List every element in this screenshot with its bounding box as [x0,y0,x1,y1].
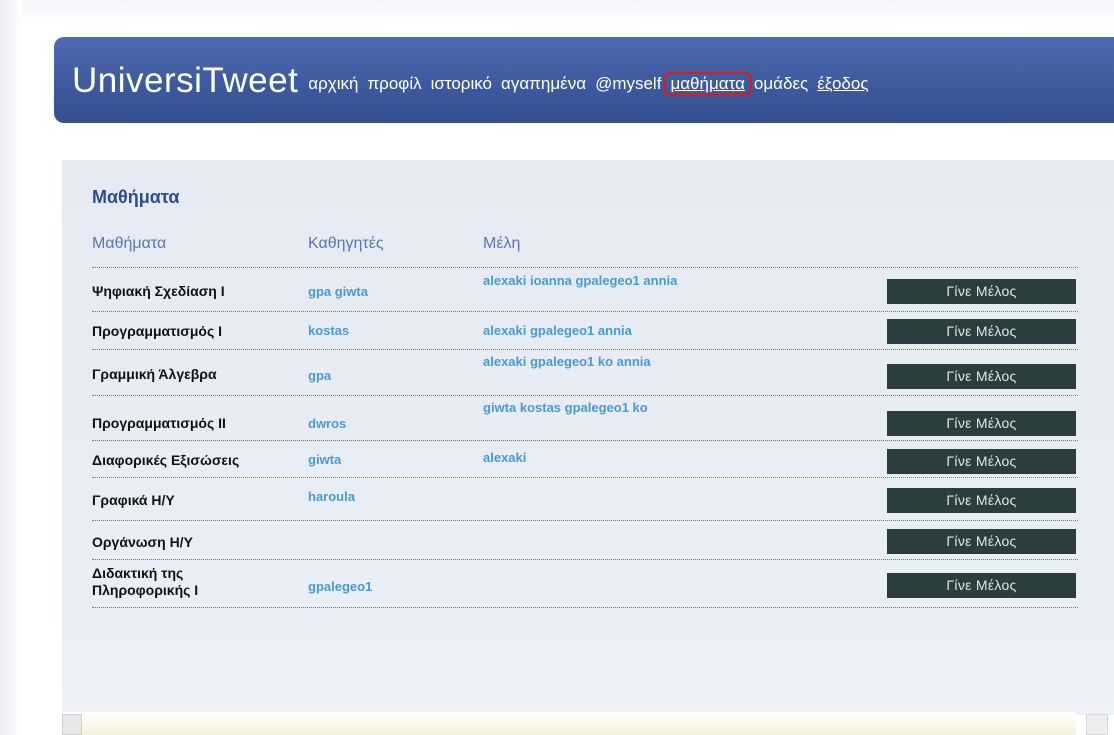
join-button[interactable]: Γίνε Μέλος [887,529,1076,554]
page-title: Μαθήματα [92,187,180,207]
join-button[interactable]: Γίνε Μέλος [887,364,1076,389]
nav-favorites[interactable]: αγαπημένα [501,74,586,94]
table-row: Προγραμματισμός ΙΙ dwros giwta kostas gp… [92,396,1078,441]
nav-groups[interactable]: ομάδες [754,74,808,94]
table-row: Διδακτική της Πληροφορικής Ι gpalegeo1 Γ… [92,560,1078,608]
course-name: Οργάνωση Η/Υ [92,534,193,550]
nav-history[interactable]: ιστορικό [431,74,492,94]
course-name: Γραμμική Άλγεβρα [92,366,217,382]
nav-home[interactable]: αρχική [308,74,358,94]
course-name: Προγραμματισμός Ι [92,323,223,339]
join-button[interactable]: Γίνε Μέλος [887,573,1076,598]
join-button[interactable]: Γίνε Μέλος [887,319,1076,344]
site-header: UniversiTweet αρχική προφίλ ιστορικό αγα… [54,37,1114,123]
course-teachers[interactable]: kostas [308,323,349,338]
join-button[interactable]: Γίνε Μέλος [887,488,1076,513]
nav-myself[interactable]: @myself [595,74,661,94]
table-row: Διαφορικές Εξισώσεις giwta alexaki Γίνε … [92,441,1078,478]
table-row: Γραμμική Άλγεβρα gpa alexaki gpalegeo1 k… [92,350,1078,396]
course-members[interactable]: alexaki ioanna gpalegeo1 annia [483,273,703,288]
window-left-edge [0,0,22,735]
course-members[interactable]: alexaki gpalegeo1 annia [483,323,703,338]
course-teachers[interactable]: giwta [308,452,341,467]
course-members[interactable]: giwta kostas gpalegeo1 ko [483,400,683,415]
course-teachers[interactable]: gpa giwta [308,284,368,299]
course-teachers[interactable]: gpa [308,368,331,383]
course-teachers[interactable]: haroula [308,489,355,504]
scroll-left-arrow-icon[interactable] [62,714,82,735]
course-name: Ψηφιακή Σχεδίαση Ι [92,283,225,299]
join-button[interactable]: Γίνε Μέλος [887,411,1076,436]
course-teachers[interactable]: dwros [308,416,346,431]
course-members[interactable]: alexaki gpalegeo1 ko annia [483,354,673,369]
course-name: Διδακτική της Πληροφορικής Ι [92,565,199,598]
column-header-members: Μέλη [483,235,521,252]
window-top-edge [0,0,1114,22]
courses-panel: Μαθήματα Μαθήματα Καθηγητές Μέλη Ψηφιακή… [62,160,1114,715]
table-row: Οργάνωση Η/Υ Γίνε Μέλος [92,521,1078,560]
course-teachers[interactable]: gpalegeo1 [308,579,372,594]
nav-logout[interactable]: έξοδος [817,74,868,94]
brand-logo[interactable]: UniversiTweet [72,61,298,101]
nav-profile[interactable]: προφίλ [367,74,421,94]
nav-courses[interactable]: μαθήματα [663,72,752,96]
course-name: Γραφικά Η/Υ [92,492,175,508]
table-row: Ψηφιακή Σχεδίαση Ι gpa giwta alexaki ioa… [92,268,1078,312]
column-header-teachers: Καθηγητές [308,235,384,252]
course-members[interactable]: alexaki [483,450,703,465]
join-button[interactable]: Γίνε Μέλος [887,279,1076,304]
column-header-course: Μαθήματα [92,235,167,252]
course-name: Διαφορικές Εξισώσεις [92,452,240,468]
horizontal-scrollbar[interactable] [62,712,1076,735]
course-name: Προγραμματισμός ΙΙ [92,415,226,431]
table-row: Γραφικά Η/Υ haroula Γίνε Μέλος [92,478,1078,521]
scroll-right-arrow-icon[interactable] [1086,714,1108,735]
table-row: Προγραμματισμός Ι kostas alexaki gpalege… [92,312,1078,350]
join-button[interactable]: Γίνε Μέλος [887,449,1076,474]
